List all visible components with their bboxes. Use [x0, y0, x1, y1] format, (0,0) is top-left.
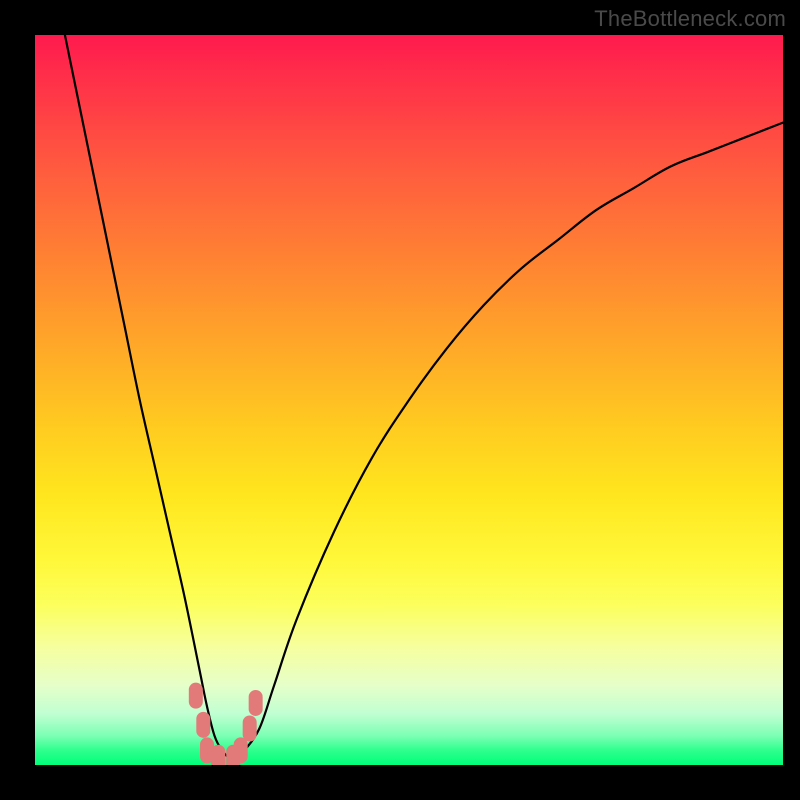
curve-marker — [189, 683, 203, 709]
plot-area — [35, 35, 783, 765]
curve-marker — [249, 690, 263, 716]
curve-marker — [234, 737, 248, 763]
curve-marker — [196, 712, 210, 738]
curve-marker — [243, 716, 257, 742]
watermark-text: TheBottleneck.com — [594, 6, 786, 32]
bottleneck-curve — [65, 35, 783, 759]
curve-marker — [211, 745, 225, 765]
curve-markers — [189, 683, 263, 765]
curve-svg — [35, 35, 783, 765]
chart-frame: TheBottleneck.com — [0, 0, 800, 800]
